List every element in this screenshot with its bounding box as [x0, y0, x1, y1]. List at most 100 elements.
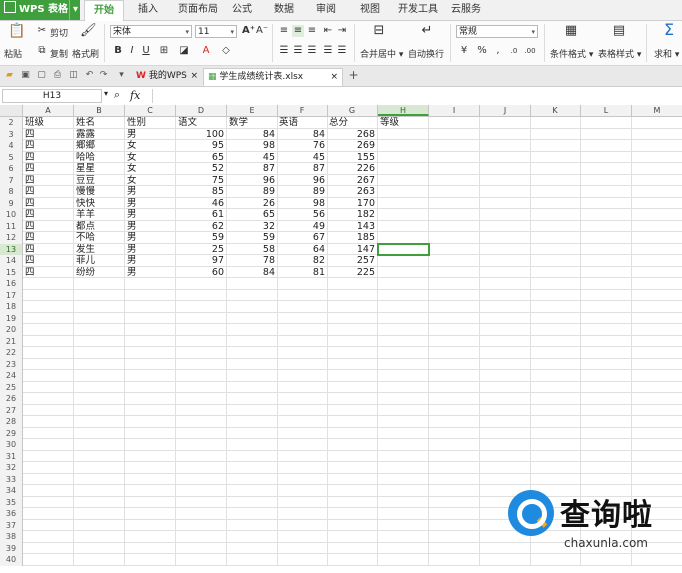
- cell[interactable]: [378, 243, 429, 255]
- cell[interactable]: [429, 485, 480, 497]
- cell[interactable]: [378, 324, 429, 336]
- cell[interactable]: [125, 301, 176, 313]
- tab-view[interactable]: 视图: [354, 0, 386, 20]
- cell[interactable]: [530, 232, 581, 244]
- cell[interactable]: [125, 450, 176, 462]
- cell[interactable]: [530, 266, 581, 278]
- cell[interactable]: [176, 312, 227, 324]
- cell[interactable]: 女: [125, 174, 176, 186]
- cell[interactable]: [327, 519, 378, 531]
- cell[interactable]: [632, 428, 682, 440]
- cell[interactable]: [429, 462, 480, 474]
- cell[interactable]: 男: [125, 209, 176, 221]
- cell[interactable]: [74, 508, 125, 520]
- cell[interactable]: [327, 508, 378, 520]
- cell[interactable]: [429, 347, 480, 359]
- cell[interactable]: [632, 186, 682, 198]
- row-header[interactable]: 7: [0, 174, 23, 186]
- row-header[interactable]: 36: [0, 508, 23, 520]
- cell[interactable]: [530, 312, 581, 324]
- row-header[interactable]: 6: [0, 163, 23, 175]
- cell[interactable]: [23, 358, 74, 370]
- cell[interactable]: 快快: [74, 197, 125, 209]
- cell[interactable]: 男: [125, 266, 176, 278]
- cell[interactable]: [74, 496, 125, 508]
- cell[interactable]: [176, 450, 227, 462]
- cell[interactable]: [74, 393, 125, 405]
- row-header[interactable]: 24: [0, 370, 23, 382]
- cell[interactable]: [632, 370, 682, 382]
- cell[interactable]: [429, 531, 480, 543]
- formula-input[interactable]: [152, 89, 680, 103]
- row-header[interactable]: 2: [0, 117, 23, 129]
- cell[interactable]: [530, 186, 581, 198]
- cell[interactable]: [530, 347, 581, 359]
- cell[interactable]: 267: [327, 174, 378, 186]
- cell[interactable]: [429, 232, 480, 244]
- cell[interactable]: [125, 485, 176, 497]
- cell[interactable]: [327, 370, 378, 382]
- cell[interactable]: [530, 209, 581, 221]
- cell[interactable]: [227, 519, 278, 531]
- cell[interactable]: [530, 404, 581, 416]
- cell[interactable]: [176, 508, 227, 520]
- cell[interactable]: [581, 255, 632, 267]
- cell[interactable]: [23, 519, 74, 531]
- row-header[interactable]: 12: [0, 232, 23, 244]
- conditional-format-icon[interactable]: ▦: [562, 24, 580, 41]
- app-dropdown-icon[interactable]: ▾: [68, 0, 78, 20]
- align-bottom-icon[interactable]: ≡: [306, 25, 318, 37]
- cell[interactable]: [23, 289, 74, 301]
- cell[interactable]: 露露: [74, 128, 125, 140]
- cell[interactable]: [227, 370, 278, 382]
- cell[interactable]: [480, 416, 531, 428]
- cell[interactable]: [632, 255, 682, 267]
- cell[interactable]: [74, 485, 125, 497]
- cell[interactable]: [23, 496, 74, 508]
- cell[interactable]: [581, 416, 632, 428]
- cell[interactable]: [581, 278, 632, 290]
- cell[interactable]: 64: [277, 243, 328, 255]
- cell[interactable]: 89: [227, 186, 278, 198]
- cell[interactable]: [530, 163, 581, 175]
- cell[interactable]: 英语: [277, 117, 328, 129]
- align-top-icon[interactable]: ≡: [278, 25, 290, 37]
- cell[interactable]: 四: [23, 255, 74, 267]
- cell[interactable]: [125, 312, 176, 324]
- copy-button[interactable]: 复制: [50, 47, 68, 60]
- cell[interactable]: [327, 289, 378, 301]
- row-header[interactable]: 31: [0, 450, 23, 462]
- cell[interactable]: 87: [277, 163, 328, 175]
- cell[interactable]: [581, 462, 632, 474]
- cell[interactable]: [125, 358, 176, 370]
- comma-style-icon[interactable]: ,: [492, 45, 504, 57]
- cell[interactable]: [74, 416, 125, 428]
- cell[interactable]: [581, 347, 632, 359]
- cell[interactable]: [125, 462, 176, 474]
- row-header[interactable]: 32: [0, 462, 23, 474]
- cell[interactable]: 四: [23, 186, 74, 198]
- cell[interactable]: [480, 186, 531, 198]
- cell[interactable]: [581, 450, 632, 462]
- cell[interactable]: [74, 370, 125, 382]
- cell[interactable]: [530, 450, 581, 462]
- cell[interactable]: [378, 485, 429, 497]
- cell[interactable]: [23, 347, 74, 359]
- cell[interactable]: [378, 358, 429, 370]
- cell[interactable]: 哈哈: [74, 151, 125, 163]
- cell[interactable]: 32: [227, 220, 278, 232]
- redo-icon[interactable]: ↷: [98, 70, 109, 81]
- cell[interactable]: [327, 381, 378, 393]
- cell[interactable]: [581, 117, 632, 129]
- cell[interactable]: [480, 381, 531, 393]
- column-header-i[interactable]: I: [429, 105, 480, 116]
- scissors-icon[interactable]: ✂: [36, 25, 48, 37]
- row-header[interactable]: 15: [0, 266, 23, 278]
- cell[interactable]: [277, 393, 328, 405]
- cell[interactable]: [429, 427, 480, 439]
- cell[interactable]: [74, 278, 125, 290]
- cell[interactable]: [227, 278, 278, 290]
- cell[interactable]: 182: [327, 209, 378, 221]
- cell[interactable]: 总分: [327, 117, 378, 129]
- cell[interactable]: [581, 174, 632, 186]
